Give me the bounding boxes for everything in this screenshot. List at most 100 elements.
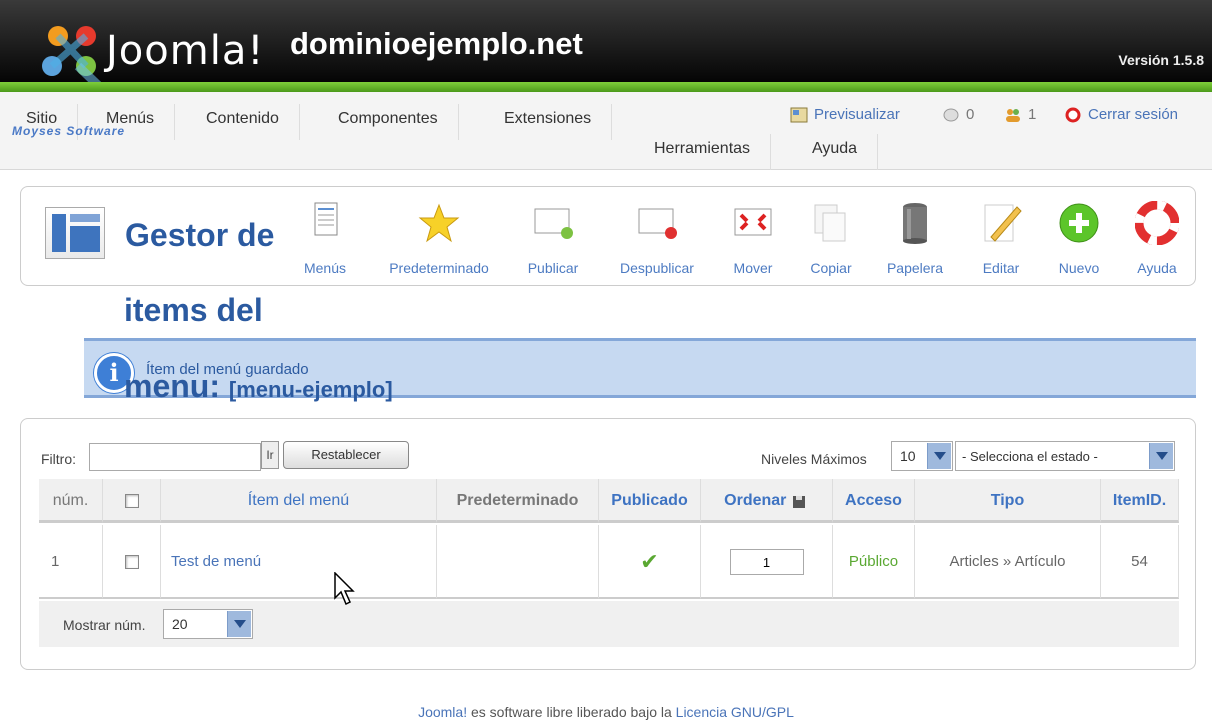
footer-text: es software libre liberado bajo la (467, 704, 676, 720)
page-title-line3: menu: [menu-ejemplo] (124, 368, 393, 405)
menu-item-componentes[interactable]: Componentes (318, 104, 459, 140)
page-footer: Joomla! es software libre liberado bajo … (0, 704, 1212, 720)
filter-input[interactable] (89, 443, 261, 471)
license-link[interactable]: Licencia GNU/GPL (676, 704, 794, 720)
col-header-access[interactable]: Acceso (833, 479, 915, 523)
cell-order (701, 525, 833, 599)
new-icon (1059, 203, 1099, 243)
toolbar-trash-button[interactable]: Papelera (867, 201, 963, 276)
site-name: dominioejemplo.net (290, 26, 583, 61)
logout-label: Cerrar sesión (1088, 106, 1179, 123)
cell-num: 1 (39, 525, 103, 599)
cell-type: Articles » Artículo (915, 525, 1101, 599)
copy-icon (814, 204, 846, 242)
messages-count[interactable]: 0 (942, 106, 974, 123)
cell-item-link[interactable]: Test de menú (161, 525, 437, 599)
logout-link[interactable]: Cerrar sesión (1064, 106, 1178, 123)
go-button[interactable]: Ir (261, 441, 279, 469)
toolbar-trash-label: Papelera (886, 260, 944, 276)
col-header-item[interactable]: Ítem del menú (161, 479, 437, 523)
trash-icon (903, 203, 927, 244)
messages-count-value: 0 (966, 106, 975, 123)
published-check-icon[interactable]: ✔ (599, 525, 701, 599)
cell-default[interactable] (437, 525, 599, 599)
toolbar-copy-label: Copiar (810, 260, 852, 276)
col-header-itemid[interactable]: ItemID. (1101, 479, 1179, 523)
menu-manager-icon (45, 207, 105, 259)
chevron-down-icon (1149, 443, 1173, 469)
toolbar-unpublish-label: Despublicar (620, 260, 694, 276)
joomla-footer-link[interactable]: Joomla! (418, 704, 467, 720)
users-count-value: 1 (1028, 106, 1037, 123)
menu-items-list: Filtro: Ir Restablecer Niveles Máximos 1… (20, 418, 1196, 670)
col-header-published[interactable]: Publicado (599, 479, 701, 523)
chevron-down-icon (927, 443, 951, 469)
menus-icon (314, 202, 338, 236)
toolbar-menus-label: Menús (303, 260, 347, 276)
menu-item-contenido[interactable]: Contenido (186, 104, 300, 140)
chevron-down-icon (227, 611, 251, 637)
row-checkbox[interactable] (124, 555, 139, 570)
toolbar-publish-button[interactable]: Publicar (505, 201, 601, 276)
col-header-select-all[interactable] (103, 479, 161, 523)
toolbar-publish-label: Publicar (527, 260, 579, 276)
star-icon (418, 203, 460, 243)
cell-select[interactable] (103, 525, 161, 599)
menu-item-herramientas[interactable]: Herramientas (634, 134, 772, 170)
preview-label: Previsualizar (814, 106, 900, 123)
col-header-order-label: Ordenar (724, 492, 787, 509)
mouse-cursor-icon (334, 572, 355, 606)
page-title-menu-name: [menu-ejemplo] (228, 377, 393, 402)
menu-item-extensiones[interactable]: Extensiones (484, 104, 613, 140)
col-header-order[interactable]: Ordenar (701, 479, 833, 523)
cell-itemid: 54 (1101, 525, 1179, 599)
users-icon (1006, 108, 1020, 122)
toolbar-menus-button[interactable]: Menús (277, 201, 373, 276)
max-levels-select[interactable]: 10 (891, 441, 953, 471)
logo-text: Joomla! (106, 28, 265, 74)
page-title: Gestor de (125, 217, 275, 253)
menu-item-ayuda[interactable]: Ayuda (792, 134, 879, 170)
main-menu-bar: Sitio Menús Contenido Componentes Extens… (0, 92, 1212, 170)
toolbar-unpublish-button[interactable]: Despublicar (609, 201, 705, 276)
show-count-label: Mostrar núm. (63, 617, 146, 633)
users-count[interactable]: 1 (1004, 106, 1036, 123)
lifebuoy-icon (1134, 200, 1180, 246)
select-all-checkbox[interactable] (124, 493, 139, 508)
toolbar: Gestor de Menús Predeterminado Publicar … (20, 186, 1196, 286)
preview-icon (790, 107, 808, 122)
show-count-value: 20 (172, 616, 188, 632)
toolbar-default-label: Predeterminado (389, 260, 489, 276)
edit-icon (984, 204, 1022, 242)
header: Joomla! dominioejemplo.net Versión 1.5.8 (0, 0, 1212, 114)
logout-icon (1065, 107, 1081, 122)
version-label: Versión 1.5.8 (1118, 52, 1204, 68)
save-order-icon[interactable] (791, 492, 809, 510)
filter-label: Filtro: (41, 451, 76, 467)
unpublish-icon (638, 208, 677, 239)
reset-button[interactable]: Restablecer (283, 441, 409, 469)
page-title-line2: items del (124, 292, 263, 328)
show-count-select[interactable]: 20 (163, 609, 253, 639)
toolbar-help-label: Ayuda (1137, 260, 1177, 276)
col-header-default: Predeterminado (437, 479, 599, 523)
header-accent-bar (0, 82, 1212, 92)
col-header-num: núm. (39, 479, 103, 523)
state-select[interactable]: - Selecciona el estado - (955, 441, 1175, 471)
state-select-value: - Selecciona el estado - (962, 449, 1098, 464)
messages-icon (943, 108, 959, 121)
brand-watermark: Moyses Software (12, 124, 126, 138)
move-icon (734, 208, 772, 236)
toolbar-default-button[interactable]: Predeterminado (389, 201, 489, 276)
preview-link[interactable]: Previsualizar (790, 106, 900, 123)
order-input[interactable] (729, 549, 804, 575)
toolbar-copy-button[interactable]: Copiar (783, 201, 879, 276)
joomla-logo[interactable]: Joomla! (28, 14, 278, 114)
col-header-type[interactable]: Tipo (915, 479, 1101, 523)
max-levels-label: Niveles Máximos (761, 451, 867, 467)
page-title-menu-label: menu: (124, 368, 220, 404)
toolbar-help-button[interactable]: Ayuda (1109, 200, 1205, 276)
cell-access-link[interactable]: Público (833, 525, 915, 599)
publish-icon (534, 208, 573, 239)
max-levels-value: 10 (900, 448, 916, 464)
